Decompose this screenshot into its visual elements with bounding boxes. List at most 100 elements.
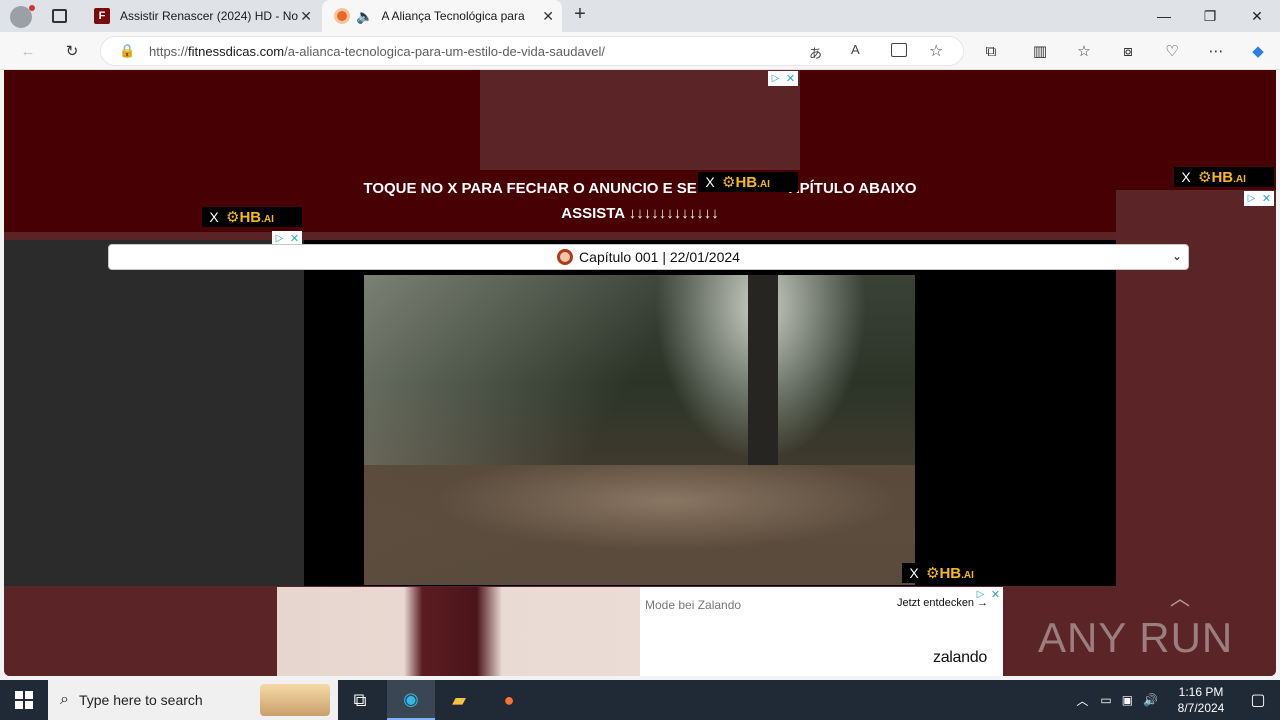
immersive-reader-icon[interactable] [891,43,907,57]
hb-ad-overlay[interactable]: X ⚙HB.AI [902,563,1002,583]
hb-logo-text: HB [239,209,262,226]
search-icon: ⌕ [60,691,69,708]
scroll-top-icon[interactable]: ︿ [1170,582,1190,611]
close-ad-icon[interactable]: X [1174,169,1198,185]
new-tab-button[interactable]: + [568,3,592,29]
more-options-icon[interactable]: ⋯ [1202,38,1230,64]
url-text[interactable]: https://fitnessdicas.com/a-alianca-tecno… [149,44,605,59]
hb-logo: ⚙HB.AI [926,565,974,582]
ad-choices-icon[interactable]: ▷ [973,587,988,602]
hb-logo: ⚙HB.AI [226,209,274,226]
close-ad-icon[interactable]: X [202,209,226,225]
top-ad[interactable] [480,70,800,170]
hb-ad-overlay[interactable]: X ⚙HB.AI [698,172,798,192]
file-explorer-icon[interactable]: ▰ [435,680,483,720]
browser-essentials-icon[interactable]: ♡ [1158,38,1186,64]
tab-alianca[interactable]: 🔈 A Aliança Tecnológica para ✕ [322,0,562,32]
minimize-button[interactable]: — [1141,0,1187,32]
address-bar[interactable]: 🔒 https://fitnessdicas.com/a-alianca-tec… [100,36,964,66]
split-screen-icon[interactable]: ▥ [1026,38,1054,64]
hb-logo-suffix: .AI [1233,174,1246,185]
ad-choices-icon[interactable]: ▷ [1244,191,1259,206]
close-ad-icon[interactable]: X [902,565,926,581]
audio-playing-icon[interactable]: 🔈 [356,8,373,25]
hb-logo-suffix: .AI [757,179,770,190]
edge-taskbar-icon[interactable]: ◉ [387,680,435,720]
hb-logo-text: HB [939,565,962,582]
profile-notification-dot [29,5,35,11]
ad-choices[interactable]: ▷ ✕ [1244,191,1274,206]
task-view-icon[interactable]: ⧉ [336,680,384,720]
notice-text-line2: ASSISTA ↓↓↓↓↓↓↓↓↓↓↓↓ [561,205,719,222]
close-ad-notice: TOQUE NO X PARA FECHAR O ANUNCIO E SE APÍ… [254,176,1026,226]
copilot-icon[interactable]: ◆ [1244,38,1272,64]
tab-title: A Aliança Tecnológica para [381,9,525,23]
close-tab-icon[interactable]: ✕ [542,8,554,25]
ad-close-icon[interactable]: ✕ [1259,191,1274,206]
hero-strip [4,232,1276,240]
read-aloud-icon[interactable]: A [851,42,860,57]
ad-choices[interactable]: ▷ ✕ [768,71,798,86]
notice-text-end: APÍTULO ABAIXO [788,180,917,197]
hb-logo-text: HB [1211,169,1234,186]
hb-ad-overlay[interactable]: X ⚙HB.AI [1174,167,1274,187]
search-highlight-icon [260,684,330,716]
firefox-icon[interactable]: ● [485,680,533,720]
show-hidden-icons[interactable]: ︿ [1076,692,1088,709]
back-button[interactable]: ← [14,38,42,64]
url-scheme: https:// [149,44,189,59]
volume-icon[interactable]: 🔊 [1143,693,1158,707]
ad-choices[interactable]: ▷ ✕ [973,587,1003,602]
episode-select[interactable]: Capítulo 001 | 22/01/2024 ⌄ [108,244,1189,270]
tab-renascer[interactable]: F Assistir Renascer (2024) HD - Nov ✕ [86,0,320,32]
episode-icon [557,249,574,265]
web-page: ▷ ✕ ▷ ✕ TOQUE NO X PARA FECHAR O ANUNCIO E… [4,70,1276,676]
hb-logo: ⚙HB.AI [1198,169,1246,186]
ad-choices-icon[interactable]: ▷ [768,71,783,86]
close-ad-icon[interactable]: X [698,174,722,190]
browser-toolbar: ← ↻ 🔒 https://fitnessdicas.com/a-alianca… [0,32,1280,70]
network-icon[interactable]: ▭ [1100,693,1111,707]
search-placeholder: Type here to search [78,692,203,708]
windows-icon [15,691,33,709]
taskbar-search[interactable]: ⌕ Type here to search [48,680,338,720]
restore-button[interactable]: ❐ [1187,0,1233,32]
close-tab-icon[interactable]: ✕ [300,8,312,25]
hb-logo-text: HB [735,174,758,191]
clock-date: 8/7/2024 [1177,701,1225,715]
hb-logo: ⚙HB.AI [722,174,770,191]
notification-icon[interactable]: ▢ [1236,690,1280,710]
zalando-brand[interactable]: zalando [933,649,987,667]
display-icon[interactable]: ▣ [1122,693,1133,707]
notice-text: TOQUE NO X PARA FECHAR O ANUNCIO E SE [363,180,697,197]
start-button[interactable] [0,680,48,720]
episode-select-value: Capítulo 001 | 22/01/2024 [579,249,740,265]
refresh-button[interactable]: ↻ [58,38,86,64]
hb-logo-suffix: .AI [961,570,974,581]
hb-ad-overlay[interactable]: X ⚙HB.AI [202,207,302,227]
favorite-star-icon[interactable]: ☆ [929,41,943,61]
hb-logo-suffix: .AI [261,214,274,225]
collections-icon[interactable]: ⧇ [1114,38,1142,64]
favorites-icon[interactable]: ☆ [1070,38,1098,64]
lock-icon[interactable]: 🔒 [119,43,135,59]
video-frame-ground [364,465,915,585]
zalando-ad-title[interactable]: Mode bei Zalando [645,598,741,612]
tab-actions-icon[interactable] [52,9,67,23]
zalando-ad[interactable]: Mode bei Zalando Jetzt entdecken → zalan… [277,587,1003,676]
translate-icon[interactable]: あ [809,43,822,62]
close-window-button[interactable]: ✕ [1234,0,1280,32]
ad-close-icon[interactable]: ✕ [783,71,798,86]
tab-favicon-f-icon: F [94,8,110,24]
taskbar: ⌕ Type here to search ⧉ ◉ ▰ ● ︿ ▭ ▣ 🔊 1:… [0,680,1280,720]
clock[interactable]: 1:16 PM 8/7/2024 [1166,684,1236,716]
zalando-ad-image[interactable] [277,587,640,676]
url-host: fitnessdicas.com [188,44,285,59]
chevron-down-icon[interactable]: ⌄ [1172,249,1182,263]
tab-strip: F Assistir Renascer (2024) HD - Nov ✕ 🔈 … [0,0,1280,32]
clock-time: 1:16 PM [1178,685,1224,699]
video-player[interactable] [364,275,915,585]
extensions-icon[interactable]: ⧉ [977,38,1005,64]
ad-close-icon[interactable]: ✕ [988,587,1003,602]
anyrun-watermark: ANY RUN [1038,614,1234,661]
